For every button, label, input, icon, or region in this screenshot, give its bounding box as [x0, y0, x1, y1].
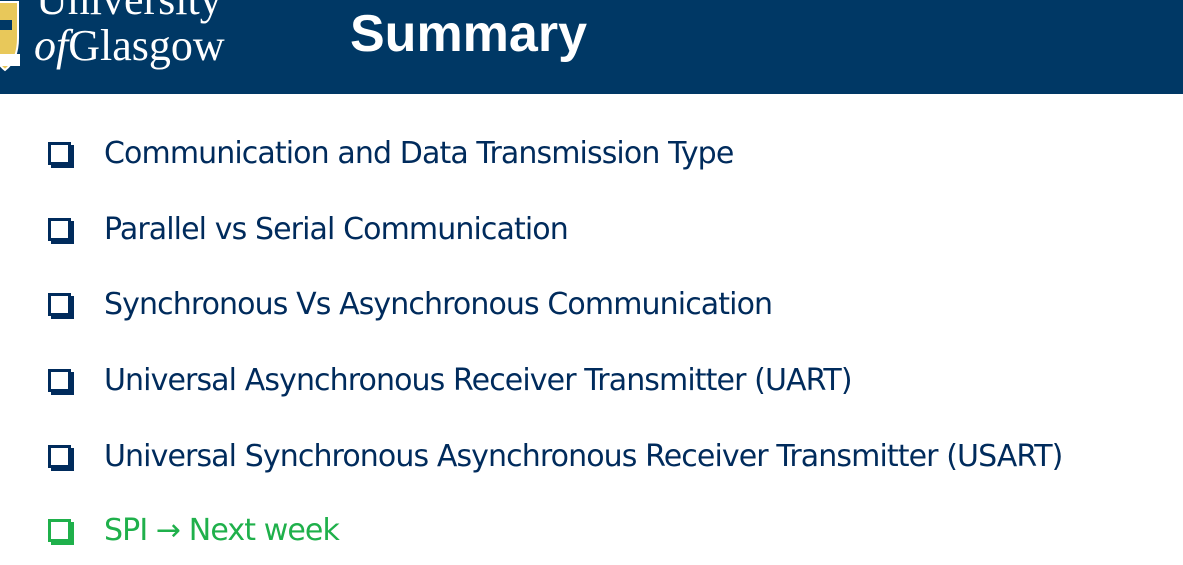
list-item: Universal Asynchronous Receiver Transmit… [48, 360, 853, 400]
checkbox-icon [48, 368, 71, 392]
university-crest-icon [0, 1, 20, 72]
logo-glasgow: Glasgow [68, 21, 225, 70]
logo-wordmark-university: University [36, 0, 222, 22]
list-item-label: Communication and Data Transmission Type [104, 135, 734, 171]
list-item-label: SPI → Next week [104, 512, 340, 548]
list-item: Synchronous Vs Asynchronous Communicatio… [48, 284, 773, 324]
list-item-label: Universal Synchronous Asynchronous Recei… [104, 438, 1063, 474]
checkbox-icon [48, 518, 71, 542]
page-title: Summary [350, 5, 587, 63]
list-item-label: Universal Asynchronous Receiver Transmit… [104, 362, 853, 398]
checkbox-icon [48, 292, 71, 316]
list-item-label: Parallel vs Serial Communication [104, 211, 569, 247]
logo-of: of [34, 21, 69, 70]
list-item: SPI → Next week [48, 510, 340, 550]
list-item-label: Synchronous Vs Asynchronous Communicatio… [104, 286, 773, 322]
list-item: Universal Synchronous Asynchronous Recei… [48, 436, 1063, 476]
checkbox-icon [48, 141, 71, 165]
slide-header: University ofGlasgow Summary [0, 0, 1183, 94]
logo-wordmark-glasgow: ofGlasgow [34, 24, 225, 68]
list-item: Communication and Data Transmission Type [48, 133, 734, 173]
checkbox-icon [48, 217, 71, 241]
checkbox-icon [48, 444, 71, 468]
list-item: Parallel vs Serial Communication [48, 209, 569, 249]
